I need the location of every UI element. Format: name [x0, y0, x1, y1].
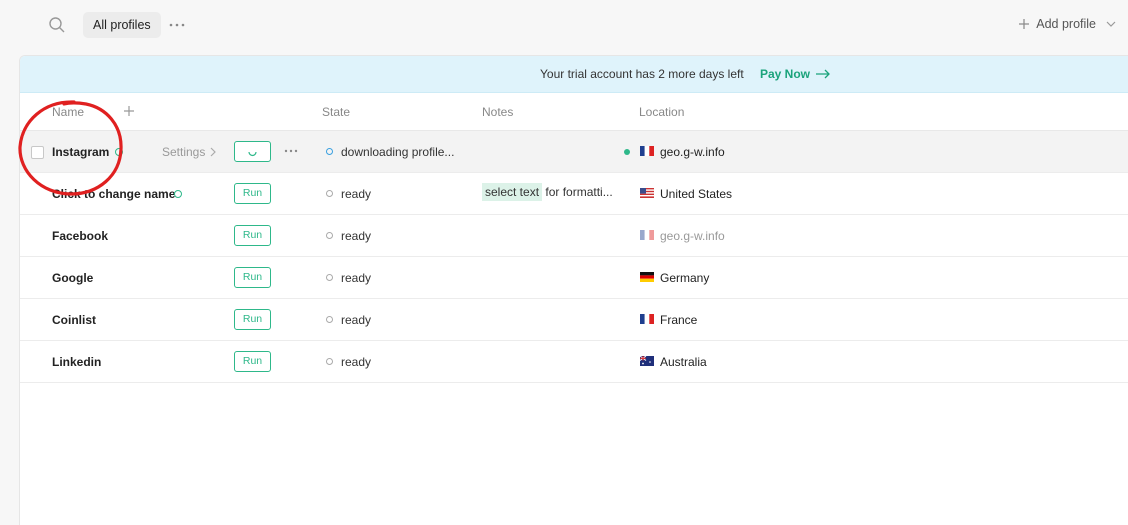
- state-indicator: [326, 274, 333, 281]
- column-location[interactable]: Location: [639, 105, 684, 119]
- search-icon[interactable]: [48, 16, 66, 34]
- table-row[interactable]: Coinlist Run ready France: [20, 299, 1128, 341]
- profile-name[interactable]: Facebook: [52, 229, 108, 243]
- table-row[interactable]: Google Run ready Germany: [20, 257, 1128, 299]
- notes-highlight: select text: [482, 183, 543, 201]
- run-button[interactable]: Run: [234, 309, 271, 330]
- profiles-panel: Your trial account has 2 more days left …: [19, 55, 1128, 525]
- status-ring-icon: [174, 190, 182, 198]
- state-indicator: [326, 232, 333, 239]
- profile-name[interactable]: Linkedin: [52, 355, 101, 369]
- settings-label: Settings: [162, 145, 206, 159]
- profile-name[interactable]: Google: [52, 271, 93, 285]
- table-row[interactable]: Instagram Settings downloading profile..…: [20, 131, 1128, 173]
- loading-spinner-icon: [248, 151, 257, 157]
- france-flag-icon: [640, 230, 654, 240]
- status-ring-icon: [115, 148, 123, 156]
- plus-icon: [1019, 19, 1030, 29]
- profile-state: ready: [341, 271, 372, 285]
- profile-location[interactable]: United States: [660, 187, 732, 201]
- trial-banner: Your trial account has 2 more days left …: [20, 56, 1128, 93]
- pay-now-label: Pay Now: [760, 67, 811, 81]
- more-options-icon[interactable]: [168, 17, 186, 33]
- state-indicator: [326, 316, 333, 323]
- arrow-right-icon: [816, 69, 830, 79]
- notes-text: for formatti...: [545, 185, 613, 199]
- add-profile-button[interactable]: Add profile: [1018, 17, 1116, 31]
- profile-location[interactable]: Germany: [660, 271, 709, 285]
- profile-state: ready: [341, 355, 372, 369]
- profile-state: downloading profile...: [341, 145, 455, 159]
- profile-name[interactable]: Coinlist: [52, 313, 96, 327]
- state-indicator: [326, 148, 333, 155]
- profile-state: ready: [341, 229, 372, 243]
- australia-flag-icon: [640, 356, 654, 366]
- pay-now-link[interactable]: Pay Now: [760, 67, 830, 81]
- row-checkbox[interactable]: [31, 146, 44, 159]
- table-row[interactable]: Linkedin Run ready Australia: [20, 341, 1128, 383]
- france-flag-icon: [640, 314, 654, 324]
- row-more-icon[interactable]: [283, 146, 299, 156]
- profile-location[interactable]: Australia: [660, 355, 707, 369]
- chevron-right-icon: [210, 147, 217, 157]
- column-name[interactable]: Name: [52, 105, 84, 119]
- top-bar: All profiles Add profile: [0, 0, 1128, 52]
- state-indicator: [326, 190, 333, 197]
- trial-message: Your trial account has 2 more days left: [540, 67, 744, 81]
- run-button[interactable]: Run: [234, 225, 271, 246]
- table-row[interactable]: Facebook Run ready geo.g-w.info: [20, 215, 1128, 257]
- chevron-down-icon[interactable]: [1106, 19, 1116, 29]
- profile-state: ready: [341, 187, 372, 201]
- online-dot-icon: [624, 149, 630, 155]
- run-button[interactable]: Run: [234, 183, 271, 204]
- us-flag-icon: [640, 188, 654, 198]
- profile-state: ready: [341, 313, 372, 327]
- all-profiles-tab[interactable]: All profiles: [83, 12, 161, 38]
- settings-link[interactable]: Settings: [162, 145, 217, 159]
- table-header: Name State Notes Location: [20, 93, 1128, 131]
- add-profile-label: Add profile: [1036, 17, 1096, 31]
- profile-name[interactable]: Instagram: [52, 145, 109, 159]
- profile-name[interactable]: Click to change name: [52, 187, 175, 201]
- add-column-icon[interactable]: [123, 105, 135, 117]
- running-button[interactable]: [234, 141, 271, 162]
- profile-location[interactable]: geo.g-w.info: [660, 145, 725, 159]
- france-flag-icon: [640, 146, 654, 156]
- state-indicator: [326, 358, 333, 365]
- column-notes[interactable]: Notes: [482, 105, 513, 119]
- profile-location[interactable]: France: [660, 313, 697, 327]
- profile-notes[interactable]: select text for formatti...: [482, 183, 613, 201]
- column-state[interactable]: State: [322, 105, 350, 119]
- profile-location[interactable]: geo.g-w.info: [660, 229, 725, 243]
- germany-flag-icon: [640, 272, 654, 282]
- run-button[interactable]: Run: [234, 351, 271, 372]
- run-button[interactable]: Run: [234, 267, 271, 288]
- table-row[interactable]: Click to change name Run ready select te…: [20, 173, 1128, 215]
